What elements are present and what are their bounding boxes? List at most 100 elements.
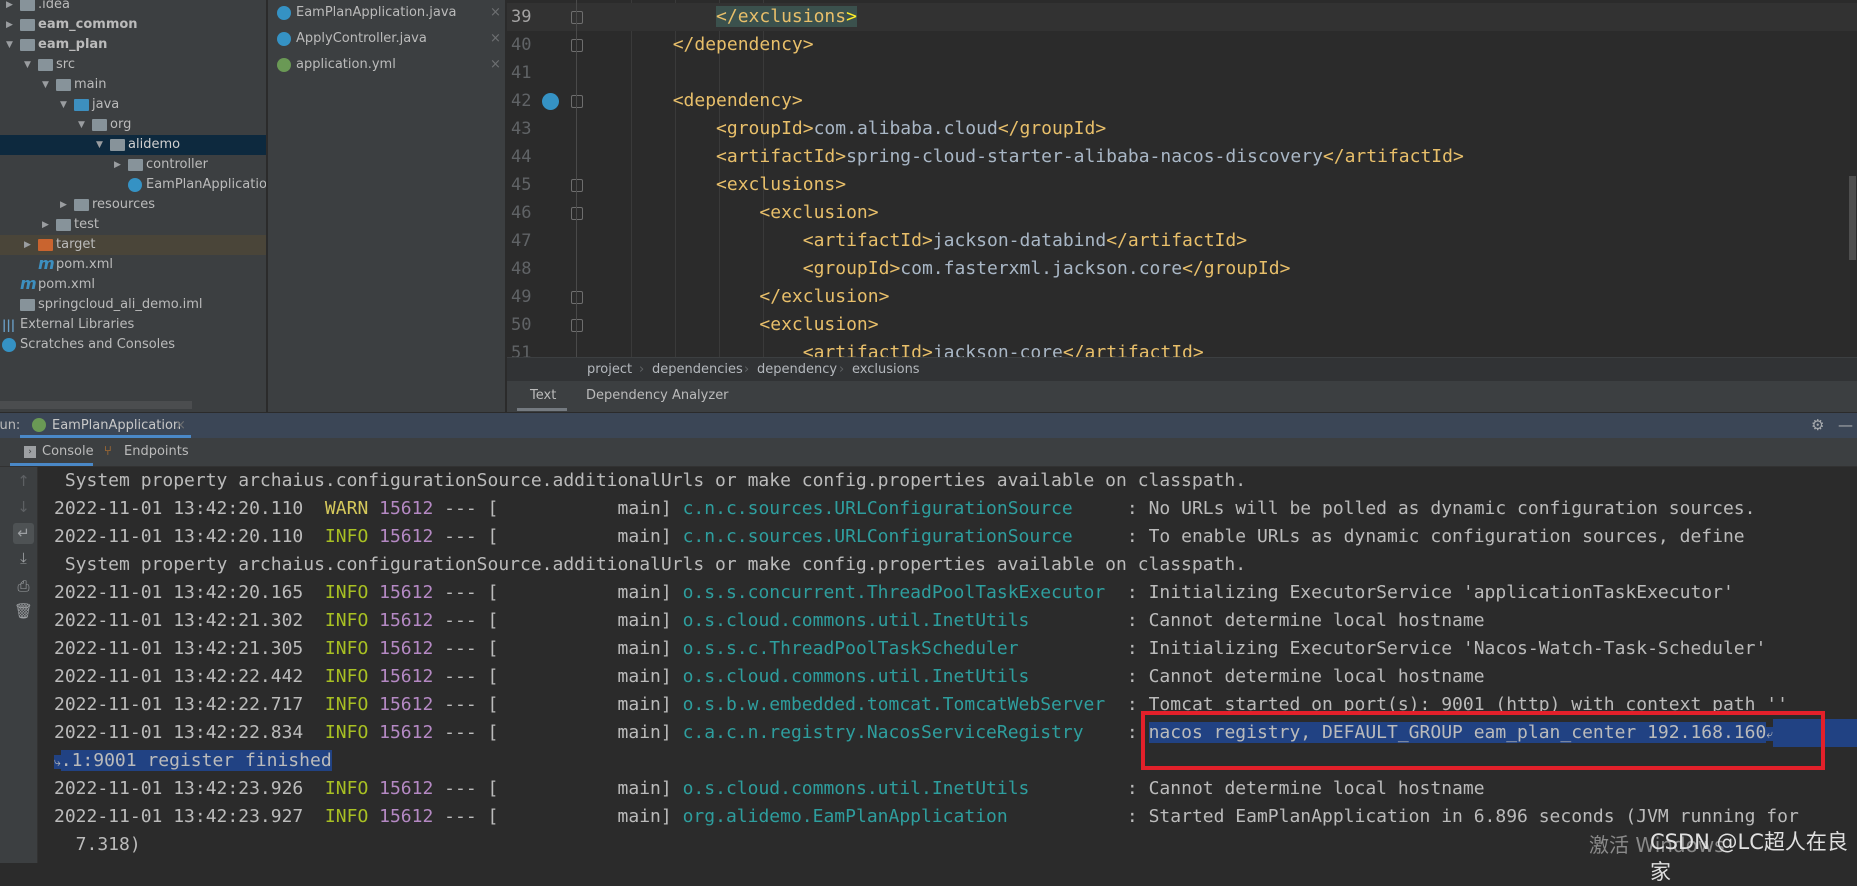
breadcrumb-dependencies[interactable]: dependencies — [652, 358, 743, 382]
tree-item[interactable]: ▼ java — [0, 95, 266, 115]
close-icon[interactable]: × — [490, 26, 501, 52]
chevron-right-icon[interactable]: ▶ — [6, 0, 13, 15]
open-file-item[interactable]: ApplyController.java × — [268, 26, 506, 52]
close-icon[interactable]: × — [490, 0, 501, 26]
code-line[interactable]: 44 <artifactId>spring-cloud-starter-alib… — [507, 143, 1857, 171]
tree-item[interactable]: ▼ org — [0, 115, 266, 135]
tab-text[interactable]: Text — [530, 381, 556, 410]
code-line[interactable]: 47 <artifactId>jackson-databind</artifac… — [507, 227, 1857, 255]
close-icon[interactable]: × — [490, 52, 501, 78]
breadcrumb-project[interactable]: project — [587, 358, 632, 382]
code-line[interactable]: 51 <artifactId>jackson-core</artifactId> — [507, 339, 1857, 357]
chevron-down-icon[interactable]: ▼ — [78, 115, 85, 135]
code-line[interactable]: 42 <dependency> — [507, 87, 1857, 115]
chevron-down-icon[interactable]: ▼ — [60, 95, 67, 115]
up-arrow-icon[interactable]: ↑ — [13, 471, 34, 492]
breadcrumb-dependency[interactable]: dependency — [757, 358, 837, 382]
project-tree-horizontal-scrollbar[interactable] — [0, 401, 192, 409]
code-line[interactable]: 41 — [507, 59, 1857, 87]
spring-boot-run-icon — [32, 418, 46, 432]
code-line[interactable]: 43 <groupId>com.alibaba.cloud</groupId> — [507, 115, 1857, 143]
code-line[interactable]: 48 <groupId>com.fasterxml.jackson.core</… — [507, 255, 1857, 283]
tree-item[interactable]: ▼ alidemo — [0, 135, 266, 155]
fold-marker-icon[interactable] — [571, 319, 583, 332]
tree-item[interactable]: ▶ test — [0, 215, 266, 235]
tree-item-label: target — [56, 237, 96, 252]
code-line[interactable]: 40 </dependency> — [507, 31, 1857, 59]
log-thread: main — [498, 806, 661, 827]
log-logger: o.s.cloud.commons.util.InetUtils — [682, 610, 1117, 631]
tree-item[interactable]: ▶ controller — [0, 155, 266, 175]
console-text: 7.318) — [54, 834, 141, 855]
chevron-right-icon[interactable]: ▶ — [114, 155, 121, 175]
tree-item-label: eam_plan — [38, 37, 108, 52]
project-tree[interactable]: ▶ .idea ▶ eam_common ▼ eam_plan ▼ src ▼ main ▼ java… — [0, 0, 267, 412]
tree-item-label: pom.xml — [56, 257, 113, 272]
override-icon[interactable] — [542, 93, 559, 110]
run-tab-eamplanapplication[interactable]: EamPlanApplication × — [20, 413, 191, 438]
chevron-down-icon[interactable]: ▼ — [24, 55, 31, 75]
xml-tag: <exclusions> — [716, 174, 847, 195]
tab-console[interactable]: › Console — [10, 438, 94, 466]
chevron-down-icon[interactable]: ▼ — [42, 75, 49, 95]
print-icon[interactable]: ⎙ — [13, 576, 34, 597]
scroll-to-end-icon[interactable]: ⤓ — [13, 548, 34, 569]
minimize-icon[interactable]: — — [1838, 413, 1853, 438]
fold-marker-icon[interactable] — [571, 95, 583, 108]
code-line[interactable]: 49 </exclusion> — [507, 283, 1857, 311]
fold-marker-icon[interactable] — [571, 291, 583, 304]
code-line[interactable]: 50 <exclusion> — [507, 311, 1857, 339]
trash-icon[interactable]: 🗑 — [13, 601, 34, 622]
console-line: System property archaius.configurationSo… — [54, 551, 1246, 579]
soft-wrap-icon[interactable]: ↵ — [13, 523, 34, 544]
console-text: System property archaius.configurationSo… — [54, 554, 1247, 575]
chevron-right-icon[interactable]: ▶ — [6, 15, 13, 35]
xml-tag: </artifactId> — [1062, 342, 1204, 357]
tree-item[interactable]: ▼ main — [0, 75, 266, 95]
open-file-item[interactable]: EamPlanApplication.java × — [268, 0, 506, 26]
down-arrow-icon[interactable]: ↓ — [13, 497, 34, 518]
chevron-right-icon[interactable]: ▶ — [24, 235, 31, 255]
code-line[interactable]: 45 <exclusions> — [507, 171, 1857, 199]
tree-item[interactable]: ▶ eam_common — [0, 15, 266, 35]
editor-vertical-scrollbar[interactable] — [1849, 176, 1856, 260]
tab-dependency-analyzer[interactable]: Dependency Analyzer — [586, 381, 729, 410]
gear-icon[interactable]: ⚙ — [1811, 413, 1824, 438]
fold-marker-icon[interactable] — [571, 39, 583, 52]
fold-marker-icon[interactable] — [571, 207, 583, 220]
tree-item[interactable]: m pom.xml — [0, 275, 266, 295]
chevron-down-icon[interactable]: ▼ — [6, 35, 13, 55]
chevron-down-icon[interactable]: ▼ — [96, 135, 103, 155]
code-line[interactable]: 46 <exclusion> — [507, 199, 1857, 227]
tree-item[interactable]: ▶ target — [0, 235, 266, 255]
tree-item[interactable]: ▶ resources — [0, 195, 266, 215]
open-file-name: EamPlanApplication.java — [296, 5, 457, 20]
chevron-right-icon[interactable]: ▶ — [42, 215, 49, 235]
log-level: INFO — [314, 610, 369, 631]
soft-wrap-icon: ⤷ — [54, 755, 61, 769]
tree-item[interactable]: Scratches and Consoles — [0, 335, 266, 355]
code-line[interactable]: 39 </exclusions> — [507, 3, 1857, 31]
console-line: ⤷.1:9001 register finished — [54, 747, 332, 775]
tree-item[interactable]: ▼ src — [0, 55, 266, 75]
open-file-item[interactable]: application.yml × — [268, 52, 506, 78]
log-thread: main — [498, 666, 661, 687]
breadcrumb-exclusions[interactable]: exclusions — [852, 358, 920, 382]
tree-item[interactable]: ||| External Libraries — [0, 315, 266, 335]
close-icon[interactable]: × — [175, 413, 186, 438]
fold-marker-icon[interactable] — [571, 179, 583, 192]
tree-item[interactable]: ▶ .idea — [0, 0, 266, 15]
tab-endpoints[interactable]: Endpoints — [124, 438, 189, 466]
code-editor[interactable]: 39 </exclusions> 40 </dependency> 41 42 <de… — [507, 0, 1857, 357]
tree-item[interactable]: springcloud_ali_demo.iml — [0, 295, 266, 315]
tree-item[interactable]: m pom.xml — [0, 255, 266, 275]
tree-item[interactable]: EamPlanApplication — [0, 175, 266, 195]
chevron-right-icon[interactable]: ▶ — [60, 195, 67, 215]
log-separator: --- [ — [433, 610, 499, 631]
module-folder-icon — [20, 39, 35, 51]
tree-item[interactable]: ▼ eam_plan — [0, 35, 266, 55]
console-output[interactable]: System property archaius.configurationSo… — [38, 467, 1857, 863]
fold-marker-icon[interactable] — [571, 11, 583, 24]
log-timestamp: 2022-11-01 13:42:22.717 — [54, 694, 304, 715]
